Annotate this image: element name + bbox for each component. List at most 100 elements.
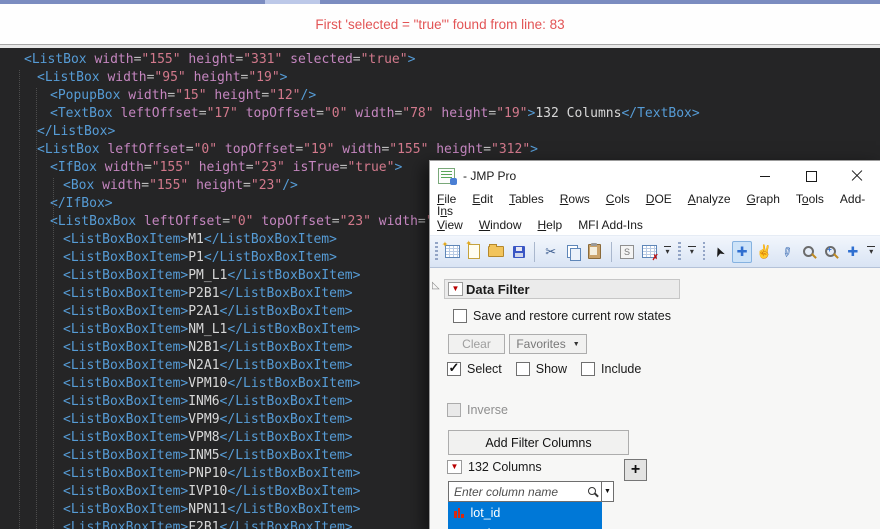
hand-tool-glyph: ✌ xyxy=(756,243,773,259)
menu-cols[interactable]: Cols xyxy=(606,192,630,206)
inverse-checkbox[interactable] xyxy=(447,403,461,417)
data-filter-panel: ◺ ▼ Data Filter Save and restore current… xyxy=(430,268,880,529)
close-icon xyxy=(851,170,863,182)
red-triangle-menu-button[interactable]: ▼ xyxy=(448,282,463,296)
window-controls xyxy=(742,161,880,191)
toolbar-overflow-button[interactable]: ▾ xyxy=(867,246,876,257)
menu-analyze[interactable]: Analyze xyxy=(688,192,731,206)
column-search-input[interactable] xyxy=(448,481,602,502)
menu-window[interactable]: Window xyxy=(479,218,522,232)
code-line: </ListBox> xyxy=(37,124,116,139)
nominal-column-icon xyxy=(454,507,464,518)
menu-row-1: File Edit Tables Rows Cols DOE Analyze Graph Too… xyxy=(437,192,880,218)
menu-tools[interactable]: Tools xyxy=(796,192,824,206)
zoom-in-glyph xyxy=(825,245,837,257)
menu-row-2: View Window Help MFI Add-Ins xyxy=(437,218,880,232)
cut-icon[interactable]: ✂ xyxy=(541,241,560,263)
journal-icon[interactable]: S xyxy=(617,241,636,263)
column-search xyxy=(448,481,602,502)
paste-icon[interactable] xyxy=(585,241,604,263)
menu-rows[interactable]: Rows xyxy=(560,192,590,206)
inverse-row: Inverse xyxy=(447,403,508,417)
minimize-button[interactable] xyxy=(742,161,788,191)
columns-count-row: ▼ 132 Columns xyxy=(447,460,542,474)
copy-icon[interactable] xyxy=(563,241,582,263)
menu-graph[interactable]: Graph xyxy=(747,192,780,206)
message-text: First 'selected = "true"' found from lin… xyxy=(315,16,565,32)
window-title: - JMP Pro xyxy=(463,169,517,183)
hand-tool-icon[interactable]: ✌ xyxy=(755,241,774,263)
columns-red-triangle-button[interactable]: ▼ xyxy=(447,460,462,474)
jmp-app-icon xyxy=(438,168,457,185)
include-checkbox[interactable] xyxy=(581,362,596,376)
toolbar-grip[interactable] xyxy=(435,241,438,262)
toolbar: ✂ S ▾ ▾ ➤ ✚ ✌ ✏ ✚ ▾ xyxy=(430,235,880,268)
brush-tool-icon[interactable]: ✏ xyxy=(777,241,796,263)
brush-tool-glyph: ✏ xyxy=(778,244,796,259)
search-icon xyxy=(588,487,596,495)
new-script-icon[interactable] xyxy=(465,239,484,263)
menu-mfi-add-ins[interactable]: MFI Add-Ins xyxy=(578,218,643,232)
favorites-dropdown[interactable]: Favorites ▼ xyxy=(509,334,587,354)
cut-glyph: ✂ xyxy=(545,243,557,259)
code-line: <ListBox width="95" height="19"> xyxy=(37,70,288,85)
disclosure-triangle-icon[interactable]: ◺ xyxy=(432,280,440,291)
code-line: <ListBox width="155" height="331" select… xyxy=(24,52,416,67)
code-line: <TextBox leftOffset="17" topOffset="0" w… xyxy=(50,106,700,121)
save-restore-row: Save and restore current row states xyxy=(453,309,671,323)
search-dropdown-button[interactable]: ▼ xyxy=(601,481,614,502)
move-tool-icon[interactable]: ✚ xyxy=(732,240,752,263)
show-checkbox[interactable] xyxy=(515,362,530,376)
code-line: <ListBox leftOffset="0" topOffset="19" w… xyxy=(37,142,538,157)
toolbar-separator xyxy=(534,241,536,262)
journal-glyph: S xyxy=(619,244,634,259)
menu-help[interactable]: Help xyxy=(538,218,563,232)
plus-tool-icon[interactable]: ✚ xyxy=(843,241,862,263)
toolbar-grip[interactable] xyxy=(702,241,706,262)
select-tool-icon[interactable]: ➤ xyxy=(710,241,729,263)
toolbar-overflow-button[interactable]: ▾ xyxy=(688,246,696,257)
add-column-button[interactable]: + xyxy=(624,459,647,481)
inverse-label: Inverse xyxy=(467,403,508,417)
clear-button[interactable]: Clear xyxy=(448,334,505,354)
plus-tool-glyph: ✚ xyxy=(847,243,859,259)
maximize-icon xyxy=(805,170,817,182)
select-label: Select xyxy=(467,362,502,376)
column-list: lot_idwaferWafer (Trial) MT xyxy=(448,502,602,529)
code-line: <PopupBox width="15" height="12"/> xyxy=(50,88,317,103)
menu-bar: File Edit Tables Rows Cols DOE Analyze Graph Too… xyxy=(430,191,880,235)
layout-icon[interactable] xyxy=(640,241,659,263)
maximize-button[interactable] xyxy=(788,161,834,191)
toolbar-overflow-button[interactable]: ▾ xyxy=(663,246,672,257)
row-state-options: Select Show Include xyxy=(447,362,655,376)
data-filter-title: Data Filter xyxy=(466,281,530,297)
new-data-table-glyph xyxy=(442,240,460,258)
menu-tables[interactable]: Tables xyxy=(509,192,544,206)
indent-guide xyxy=(53,178,54,529)
chevron-down-icon: ▼ xyxy=(572,340,580,348)
indent-guide xyxy=(36,88,37,529)
save-icon[interactable] xyxy=(509,241,528,263)
column-list-item[interactable]: wafer xyxy=(448,523,602,529)
open-icon[interactable] xyxy=(487,241,506,263)
indent-guide xyxy=(19,70,20,529)
column-list-item[interactable]: lot_id xyxy=(448,502,602,523)
select-checkbox[interactable] xyxy=(447,362,461,376)
toolbar-grip[interactable] xyxy=(678,241,681,262)
save-restore-checkbox[interactable] xyxy=(453,309,467,323)
menu-view[interactable]: View xyxy=(437,218,463,232)
data-filter-header: ▼ Data Filter xyxy=(444,279,680,299)
magnifier-icon[interactable] xyxy=(799,241,818,263)
add-filter-columns-button[interactable]: Add Filter Columns xyxy=(448,430,629,455)
title-bar[interactable]: - JMP Pro xyxy=(430,161,880,191)
menu-doe[interactable]: DOE xyxy=(646,192,672,206)
screen: First 'selected = "true"' found from lin… xyxy=(0,0,880,529)
select-tool-glyph: ➤ xyxy=(710,243,729,260)
minimize-icon xyxy=(760,175,770,177)
new-data-table-icon[interactable] xyxy=(442,240,462,263)
zoom-in-icon[interactable] xyxy=(821,241,840,263)
close-button[interactable] xyxy=(834,161,880,191)
column-name: lot_id xyxy=(470,505,501,520)
save-glyph xyxy=(512,245,525,258)
menu-edit[interactable]: Edit xyxy=(472,192,493,206)
